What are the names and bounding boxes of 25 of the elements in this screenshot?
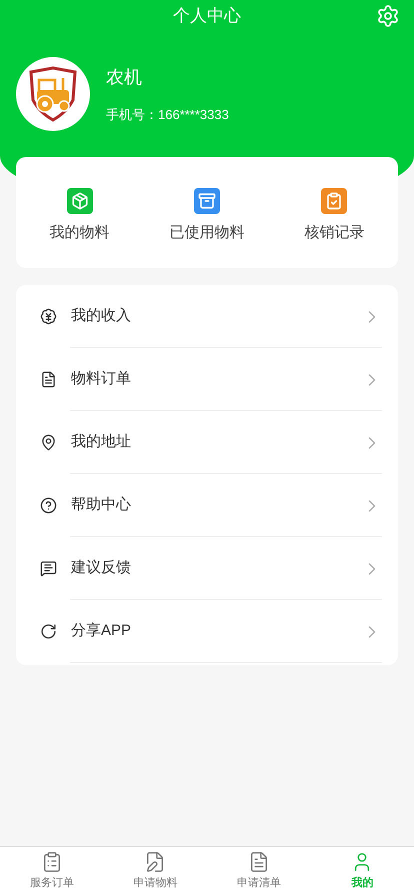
menu-item[interactable]: 我的收入	[16, 285, 398, 348]
help-icon	[40, 497, 57, 514]
tab-bar-item[interactable]: 申请物料	[104, 847, 207, 896]
shortcut-button[interactable]: 核销记录	[270, 180, 398, 245]
menu-item[interactable]: 物料订单	[16, 348, 398, 411]
shortcut-button[interactable]: 我的物料	[16, 180, 144, 245]
tab-bar-item[interactable]: 服务订单	[0, 847, 104, 896]
document-icon	[40, 371, 57, 388]
user-name: 农机	[106, 66, 143, 89]
settings-button[interactable]	[376, 4, 400, 28]
menu-item[interactable]: 我的地址	[16, 411, 398, 474]
clipboard-check-icon	[321, 188, 348, 214]
tractor-shield-logo-icon	[27, 66, 79, 122]
menu-item[interactable]: 分享APP	[16, 600, 398, 663]
shortcut-button[interactable]: 已使用物料	[143, 180, 271, 245]
tab-bar-item[interactable]: 申请清单	[207, 847, 310, 896]
package-icon	[66, 188, 93, 214]
menu-item[interactable]: 建议反馈	[16, 537, 398, 600]
archive-box-icon	[194, 188, 220, 214]
phone-number: 手机号：166****3333	[106, 106, 229, 124]
message-icon	[40, 560, 57, 577]
refresh-icon	[40, 623, 57, 640]
menu-item[interactable]: 帮助中心	[16, 474, 398, 537]
location-pin-icon	[40, 434, 57, 451]
page-title: 个人中心	[173, 5, 241, 28]
